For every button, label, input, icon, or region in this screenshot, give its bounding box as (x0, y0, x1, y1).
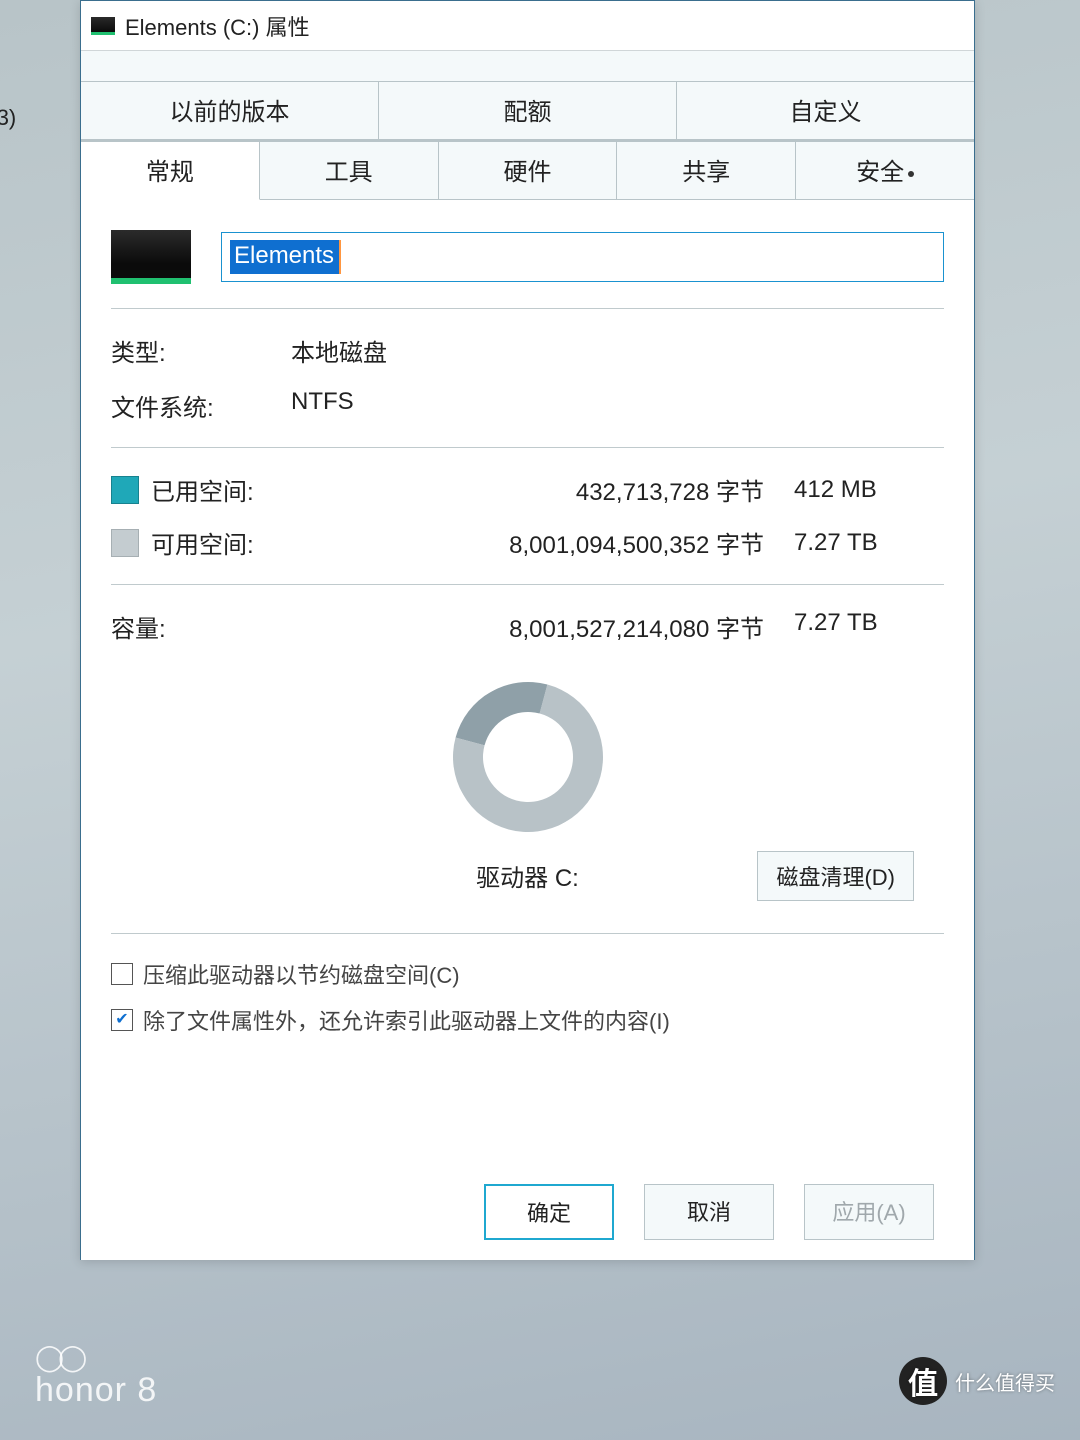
free-hr: 7.27 TB (794, 529, 944, 557)
phone-watermark: ◯◯ honor 8 (35, 1342, 157, 1410)
tab-security[interactable]: 安全 (796, 141, 974, 200)
apply-button[interactable]: 应用(A) (804, 1184, 934, 1240)
tab-sharing[interactable]: 共享 (617, 141, 796, 200)
fs-label: 文件系统: (111, 388, 291, 423)
tab-tools[interactable]: 工具 (260, 141, 439, 200)
separator (111, 447, 944, 448)
tab-strip: 以前的版本 配额 自定义 常规 工具 硬件 共享 安全 (81, 51, 974, 200)
watermark-text: 什么值得买 (955, 1367, 1055, 1396)
window-title: Elements (C:) 属性 (125, 10, 310, 42)
separator (111, 933, 944, 934)
volume-name-input[interactable]: Elements (221, 232, 944, 282)
volume-name-value: Elements (230, 240, 341, 274)
bg-version-text: 8.1.3) (0, 105, 16, 131)
titlebar[interactable]: Elements (C:) 属性 (81, 1, 974, 51)
free-color-swatch (111, 529, 139, 557)
properties-dialog: Elements (C:) 属性 以前的版本 配额 自定义 常规 工具 硬件 共… (80, 0, 975, 1260)
fs-value: NTFS (291, 388, 944, 423)
drive-large-icon (111, 230, 191, 284)
index-checkbox[interactable] (111, 1009, 133, 1031)
used-bytes: 432,713,728 字节 (311, 472, 794, 507)
tab-quota[interactable]: 配额 (379, 81, 677, 140)
separator (111, 584, 944, 585)
capacity-hr: 7.27 TB (794, 609, 944, 644)
used-hr: 412 MB (794, 476, 944, 504)
watermark-badge-icon: 值 (899, 1357, 947, 1405)
type-value: 本地磁盘 (291, 333, 944, 368)
usage-pie-chart (425, 655, 630, 860)
cancel-button[interactable]: 取消 (644, 1184, 774, 1240)
disk-cleanup-button[interactable]: 磁盘清理(D) (757, 851, 914, 901)
capacity-label: 容量: (111, 609, 311, 644)
general-panel: Elements 类型: 本地磁盘 文件系统: NTFS 已用空间: 432,7… (81, 200, 974, 1260)
drive-letter-label: 驱动器 C: (476, 858, 579, 893)
separator (111, 308, 944, 309)
tab-general[interactable]: 常规 (81, 141, 260, 200)
free-bytes: 8,001,094,500,352 字节 (311, 525, 794, 560)
compress-label: 压缩此驱动器以节约磁盘空间(C) (143, 958, 460, 990)
compress-checkbox[interactable] (111, 963, 133, 985)
type-label: 类型: (111, 333, 291, 368)
used-label: 已用空间: (151, 472, 311, 507)
tab-previous-versions[interactable]: 以前的版本 (81, 81, 379, 140)
free-label: 可用空间: (151, 525, 311, 560)
site-watermark: 值 什么值得买 (899, 1357, 1055, 1405)
drive-icon (91, 17, 115, 35)
dialog-button-row: 确定 取消 应用(A) (484, 1184, 934, 1240)
used-color-swatch (111, 476, 139, 504)
ok-button[interactable]: 确定 (484, 1184, 614, 1240)
index-label: 除了文件属性外，还允许索引此驱动器上文件的内容(I) (143, 1004, 670, 1036)
capacity-bytes: 8,001,527,214,080 字节 (311, 609, 794, 644)
tab-hardware[interactable]: 硬件 (439, 141, 618, 200)
tab-customize[interactable]: 自定义 (677, 81, 974, 140)
